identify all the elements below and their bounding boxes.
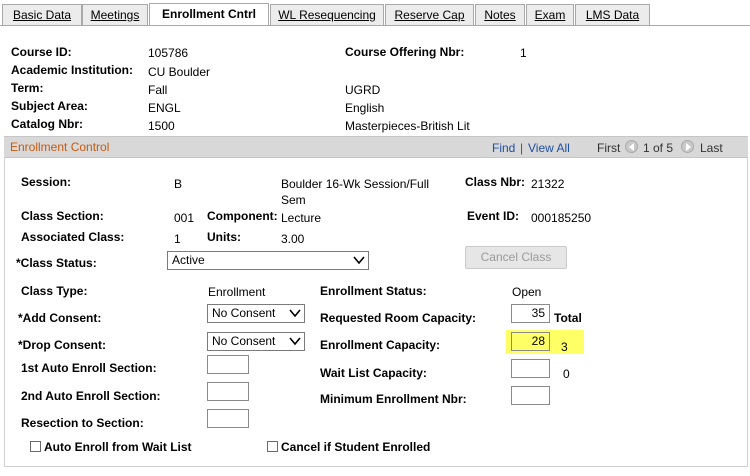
previous-arrow-icon[interactable] <box>625 140 638 153</box>
class-status-label: *Class Status: <box>16 256 97 270</box>
tab-enrollment-cntrl[interactable]: Enrollment Cntrl <box>149 3 269 26</box>
institution-label: Academic Institution: <box>11 63 134 77</box>
chevron-down-icon <box>289 337 301 346</box>
course-id-value: 105786 <box>148 46 189 60</box>
tab-bar: Basic Data Meetings Enrollment Cntrl WL … <box>0 0 750 26</box>
enrollment-total: 3 <box>561 340 568 354</box>
tab-exam[interactable]: Exam <box>526 4 574 25</box>
minimum-enrollment-input[interactable] <box>511 386 550 405</box>
auto-enroll-wait-list-label: Auto Enroll from Wait List <box>44 440 192 454</box>
wait-list-capacity-label: Wait List Capacity: <box>320 366 427 380</box>
course-id-label: Course ID: <box>11 45 72 59</box>
section-title: Enrollment Control <box>10 140 110 154</box>
class-section-label: Class Section: <box>21 209 104 223</box>
session-desc-line2: Sem <box>281 193 306 207</box>
drop-consent-value: No Consent <box>212 334 276 348</box>
first-label[interactable]: First <box>597 141 620 155</box>
session-value: B <box>174 177 183 191</box>
auto-enroll-2-input[interactable] <box>207 382 249 401</box>
event-id-label: Event ID: <box>467 209 520 223</box>
auto-enroll-1-input[interactable] <box>207 355 249 374</box>
class-type-label: Class Type: <box>21 284 88 298</box>
resection-label: Resection to Section: <box>21 416 144 430</box>
class-nbr-value: 21322 <box>531 177 565 191</box>
catalog-label: Catalog Nbr: <box>11 117 83 131</box>
class-status-select[interactable]: Active <box>167 251 369 270</box>
class-section-value: 001 <box>174 211 195 225</box>
enrollment-status-label: Enrollment Status: <box>320 284 427 298</box>
subject-label: Subject Area: <box>11 99 88 113</box>
wait-list-total: 0 <box>563 367 570 381</box>
find-link[interactable]: Find <box>492 141 515 155</box>
view-all-link[interactable]: View All <box>528 141 570 155</box>
drop-consent-label: *Drop Consent: <box>18 338 106 352</box>
offering-value: 1 <box>520 46 527 60</box>
subject-desc: English <box>345 101 385 115</box>
class-nbr-label: Class Nbr: <box>465 175 526 189</box>
cancel-if-enrolled-checkbox[interactable] <box>267 441 278 452</box>
add-consent-label: *Add Consent: <box>18 311 102 325</box>
event-id-value: 000185250 <box>531 211 592 225</box>
link-separator: | <box>520 141 524 155</box>
total-label: Total <box>554 311 582 325</box>
enrollment-status-value: Open <box>512 285 542 299</box>
chevron-down-icon <box>353 256 365 265</box>
institution-value: CU Boulder <box>148 65 211 79</box>
next-arrow-icon[interactable] <box>681 140 694 153</box>
last-label[interactable]: Last <box>700 141 723 155</box>
drop-consent-select[interactable]: No Consent <box>207 332 305 351</box>
session-label: Session: <box>21 175 72 189</box>
tab-meetings[interactable]: Meetings <box>82 4 148 25</box>
enrollment-capacity-label: Enrollment Capacity: <box>320 338 441 352</box>
class-status-value: Active <box>172 253 205 267</box>
tab-lms-data[interactable]: LMS Data <box>575 4 650 25</box>
enrollment-control-header: Enrollment Control Find | View All First… <box>4 136 748 158</box>
tab-reserve-cap[interactable]: Reserve Cap <box>385 4 474 25</box>
tab-basic-data[interactable]: Basic Data <box>2 4 82 25</box>
class-type-value: Enrollment <box>208 285 266 299</box>
add-consent-value: No Consent <box>212 306 276 320</box>
session-desc-line1: Boulder 16-Wk Session/Full <box>281 177 430 191</box>
row-position: 1 of 5 <box>643 141 674 155</box>
subject-value: ENGL <box>148 101 181 115</box>
tab-wl-resequencing[interactable]: WL Resequencing <box>270 4 384 25</box>
cancel-class-button[interactable]: Cancel Class <box>465 246 567 269</box>
term-value: Fall <box>148 83 168 97</box>
cancel-if-enrolled-label: Cancel if Student Enrolled <box>281 440 431 454</box>
associated-class-label: Associated Class: <box>21 230 125 244</box>
offering-label: Course Offering Nbr: <box>345 45 465 59</box>
associated-class-value: 1 <box>174 232 181 246</box>
enrollment-capacity-input[interactable]: 28 <box>511 332 550 351</box>
component-value: Lecture <box>281 211 322 225</box>
catalog-value: 1500 <box>148 119 175 133</box>
tab-notes[interactable]: Notes <box>475 4 525 25</box>
chevron-down-icon <box>289 309 301 318</box>
auto-enroll-2-label: 2nd Auto Enroll Section: <box>21 389 161 403</box>
add-consent-select[interactable]: No Consent <box>207 304 305 323</box>
requested-room-capacity-label: Requested Room Capacity: <box>320 311 477 325</box>
auto-enroll-1-label: 1st Auto Enroll Section: <box>21 361 157 375</box>
auto-enroll-wait-list-checkbox[interactable] <box>30 441 41 452</box>
requested-room-capacity-input[interactable]: 35 <box>511 304 550 323</box>
minimum-enrollment-label: Minimum Enrollment Nbr: <box>320 392 467 406</box>
term-label: Term: <box>11 81 44 95</box>
units-label: Units: <box>207 230 241 244</box>
units-value: 3.00 <box>281 232 305 246</box>
catalog-desc: Masterpieces-British Lit <box>345 119 470 133</box>
wait-list-capacity-input[interactable] <box>511 359 550 378</box>
career-value: UGRD <box>345 83 381 97</box>
component-label: Component: <box>207 209 278 223</box>
tab-divider <box>0 25 750 26</box>
resection-input[interactable] <box>207 409 249 428</box>
